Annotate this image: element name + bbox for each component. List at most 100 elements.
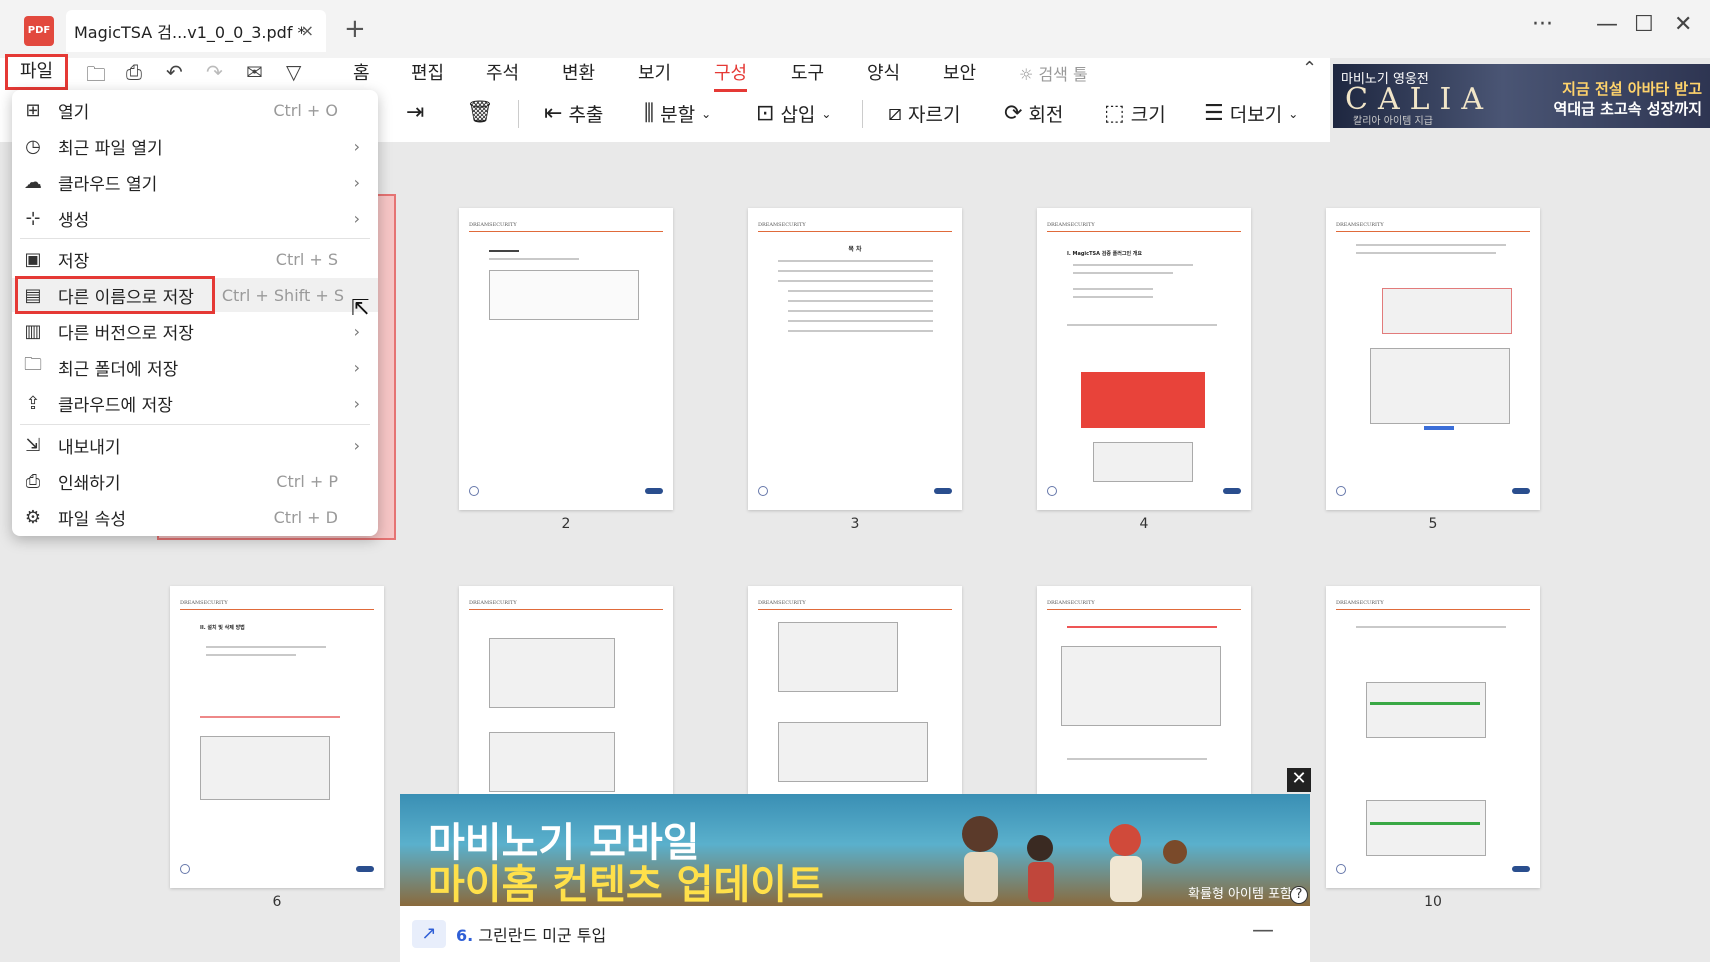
menu-item-open[interactable]: ⊞ 열기 Ctrl + O: [12, 93, 378, 127]
revision-table: [489, 270, 639, 320]
tab-security[interactable]: 보안: [943, 59, 976, 85]
tab-convert[interactable]: 변환: [562, 59, 595, 85]
menu-item-save-as[interactable]: ▤ 다른 이름으로 저장 Ctrl + Shift + S: [12, 276, 378, 314]
page-header: DREAMSECURITY: [469, 222, 663, 232]
file-menu-button[interactable]: 파일: [5, 54, 68, 90]
page-footer: [180, 864, 374, 874]
bottom-ad-banner[interactable]: 마비노기 모바일 마이홈 컨텐츠 업데이트 확률형 아이템 포함 ? ↗ 6. …: [400, 794, 1310, 962]
insert-button[interactable]: ⊡ 삽입 ⌄: [756, 100, 831, 127]
chevron-down-icon: ⌄: [821, 106, 832, 121]
menu-item-save[interactable]: ▣ 저장 Ctrl + S: [12, 242, 378, 276]
page-thumbnail[interactable]: DREAMSECURITY: [459, 586, 673, 794]
menu-item-label: 내보내기: [58, 437, 121, 458]
menu-item-label: 인쇄하기: [58, 473, 121, 494]
tab-organize[interactable]: 구성: [714, 59, 748, 92]
ad-info-icon[interactable]: ?: [1290, 886, 1308, 904]
page-header: DREAMSECURITY: [1336, 600, 1530, 610]
page-footer: [469, 486, 663, 496]
delete-pages-button[interactable]: 🗑: [466, 100, 494, 125]
page-size-button[interactable]: ⬚ 크기: [1104, 100, 1166, 127]
page-footer: [758, 486, 952, 496]
pdf-app-icon: PDF: [24, 16, 54, 46]
brand-text: DREAMSECURITY: [180, 600, 228, 606]
chevron-right-icon: ›: [353, 321, 360, 341]
menu-item-cloud-open[interactable]: ☁ 클라우드 열기 ›: [12, 165, 378, 199]
page-number: 4: [1139, 516, 1149, 532]
page-thumbnail[interactable]: DREAMSECURITY: [459, 208, 673, 510]
menu-item-label: 최근 폴더에 저장: [58, 359, 179, 380]
page-footer: [1047, 486, 1241, 496]
print-icon: ⎙: [25, 470, 41, 492]
close-tab-icon[interactable]: ×: [301, 21, 314, 40]
collapse-news-button[interactable]: —: [1252, 918, 1274, 943]
search-tools[interactable]: ☼ 검색 툴: [1019, 61, 1088, 85]
close-ad-button[interactable]: ✕: [1287, 768, 1311, 792]
tab-comment[interactable]: 주석: [486, 59, 519, 85]
settings-icon: ⚙: [24, 506, 42, 528]
tab-form[interactable]: 양식: [867, 59, 900, 85]
mail-icon[interactable]: ✉: [246, 60, 263, 84]
menu-item-export[interactable]: ⇲ 내보내기 ›: [12, 428, 378, 462]
page-thumbnail[interactable]: DREAMSECURITY I. MagicTSA 검증 플러그인 개요: [1037, 208, 1251, 510]
extract-button[interactable]: ⇤ 추출: [544, 100, 603, 127]
chevron-right-icon: ›: [353, 393, 360, 413]
split-button[interactable]: ⫼ 분할 ⌄: [644, 100, 711, 127]
menu-item-properties[interactable]: ⚙ 파일 속성 Ctrl + D: [12, 500, 378, 534]
close-window-button[interactable]: ✕: [1674, 12, 1692, 37]
section-title: I. MagicTSA 검증 플러그인 개요: [1067, 251, 1143, 257]
text-line: [489, 250, 519, 252]
new-tab-button[interactable]: +: [344, 14, 366, 44]
toc-line: [788, 320, 933, 322]
news-headline: 그린란드 미군 투입: [478, 926, 607, 945]
more-options-icon[interactable]: ···: [1532, 12, 1553, 37]
page-number: 5: [1428, 516, 1438, 532]
tab-view[interactable]: 보기: [638, 59, 671, 85]
screenshot-image: [1061, 646, 1221, 726]
top-ad-banner[interactable]: 마비노기 영웅전 CALIA 칼리아 아이템 지급 지금 전설 아바타 받고 역…: [1333, 64, 1710, 128]
page-thumbnail[interactable]: DREAMSECURITY 목 차: [748, 208, 962, 510]
document-tab-title: MagicTSA 검...v1_0_0_3.pdf *: [74, 23, 306, 42]
menu-item-create[interactable]: ⊹ 생성 ›: [12, 201, 378, 235]
document-tab[interactable]: MagicTSA 검...v1_0_0_3.pdf * ×: [66, 10, 326, 52]
seal-icon: [1336, 864, 1346, 874]
menu-item-print[interactable]: ⎙ 인쇄하기 Ctrl + P: [12, 464, 378, 498]
page-thumbnail[interactable]: DREAMSECURITY: [1326, 208, 1540, 510]
more-button[interactable]: ☰ 더보기 ⌄: [1204, 100, 1298, 127]
page-thumbnail[interactable]: DREAMSECURITY: [1037, 586, 1251, 794]
menu-item-save-recent-folder[interactable]: 🗀 최근 폴더에 저장 ›: [12, 350, 378, 384]
ad-disclaimer: 확률형 아이템 포함: [1188, 887, 1292, 902]
menu-item-label: 클라우드에 저장: [58, 395, 173, 416]
rotate-button[interactable]: ⟳ 회전: [1004, 100, 1063, 127]
menu-item-recent-files[interactable]: ◷ 최근 파일 열기 ›: [12, 129, 378, 163]
menu-item-save-version[interactable]: ▥ 다른 버전으로 저장 ›: [12, 314, 378, 348]
extract-icon: ⇤: [544, 101, 563, 126]
page-thumbnail[interactable]: DREAMSECURITY: [748, 586, 962, 794]
ad-headline-1: 지금 전설 아바타 받고: [1562, 80, 1702, 98]
open-file-icon[interactable]: 🗀: [86, 60, 106, 94]
screenshot-image: [1370, 348, 1510, 424]
screenshot-image: [1081, 372, 1205, 428]
print-icon[interactable]: ⎙: [126, 60, 142, 84]
tab-tools[interactable]: 도구: [791, 59, 824, 85]
collapse-ribbon-icon[interactable]: ⌃: [1302, 58, 1317, 79]
quick-access-dropdown-icon[interactable]: ▽: [286, 60, 301, 84]
redo-icon[interactable]: ↷: [206, 60, 223, 84]
menu-item-label: 클라우드 열기: [58, 174, 158, 195]
crop-button[interactable]: ⧄ 자르기: [888, 100, 960, 127]
title-bar: PDF MagicTSA 검...v1_0_0_3.pdf * × + ··· …: [0, 0, 1710, 58]
tab-home[interactable]: 홈: [353, 59, 370, 85]
text-line: [1073, 288, 1153, 290]
page-thumbnail[interactable]: DREAMSECURITY: [1326, 586, 1540, 888]
screenshot-image: [778, 722, 928, 782]
undo-icon[interactable]: ↶: [166, 60, 183, 84]
maximize-button[interactable]: ☐: [1634, 12, 1654, 37]
minimize-button[interactable]: —: [1596, 12, 1618, 37]
news-item[interactable]: ↗ 6. 그린란드 미군 투입: [412, 920, 606, 948]
page-thumbnail[interactable]: DREAMSECURITY II. 설치 및 삭제 방법: [170, 586, 384, 888]
ad-image[interactable]: 마비노기 모바일 마이홈 컨텐츠 업데이트 확률형 아이템 포함 ?: [400, 794, 1310, 906]
ad-headline-2: 역대급 초고속 성장까지: [1553, 100, 1702, 118]
extract-pages-icon-button[interactable]: ⇥: [406, 100, 424, 125]
lightbulb-icon: ☼: [1019, 65, 1034, 84]
menu-item-save-cloud[interactable]: ⇪ 클라우드에 저장 ›: [12, 386, 378, 420]
tab-edit[interactable]: 편집: [411, 59, 444, 85]
